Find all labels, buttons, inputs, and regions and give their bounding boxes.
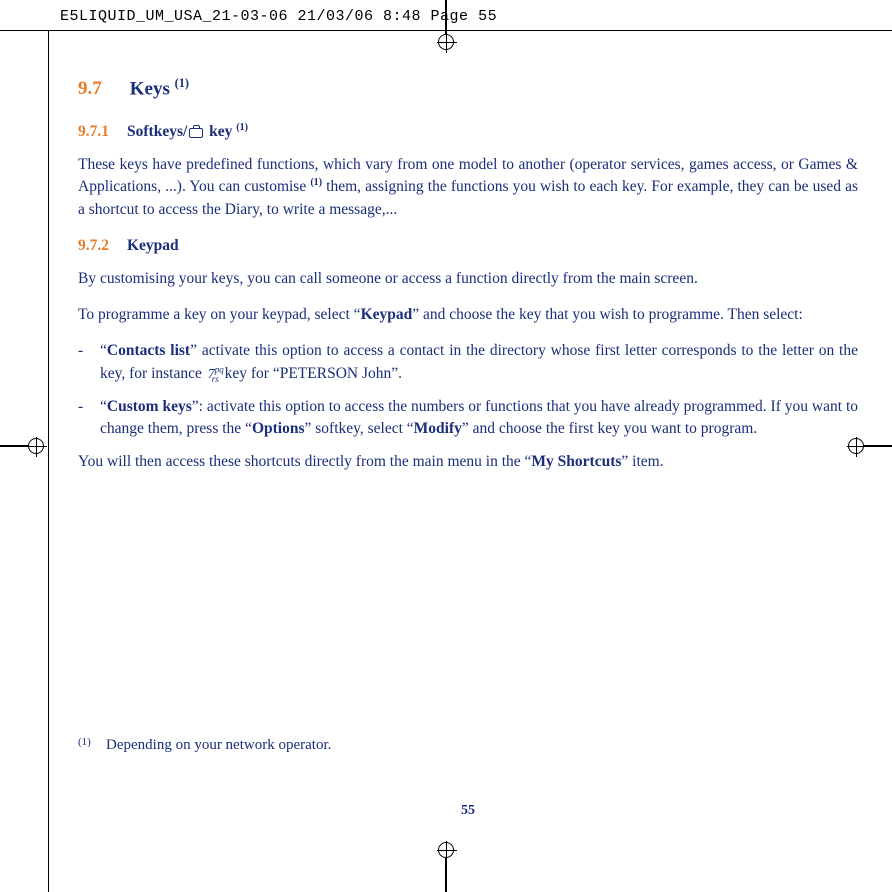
footnote-text: Depending on your network operator. xyxy=(106,735,331,757)
list-item: - “Custom keys”: activate this option to… xyxy=(78,396,858,441)
footnote: (1) Depending on your network operator. xyxy=(78,735,331,757)
paragraph: By customising your keys, you can call s… xyxy=(78,268,858,290)
subsection-heading: 9.7.2 Keypad xyxy=(78,235,858,257)
page-number: 55 xyxy=(78,801,858,821)
section-title: Keys xyxy=(130,78,170,99)
subsection-title-suffix: key xyxy=(205,123,232,140)
section-number: 9.7 xyxy=(78,78,102,99)
subsection-title-prefix: Softkeys/ xyxy=(127,123,187,140)
subsection-number: 9.7.2 xyxy=(78,237,109,254)
subsection-title: Keypad xyxy=(127,237,179,254)
camera-key-icon xyxy=(189,127,203,138)
imposition-slug: E5LIQUID_UM_USA_21-03-06 21/03/06 8:48 P… xyxy=(60,8,497,25)
footnote-ref: (1) xyxy=(236,122,248,133)
footnote-ref: (1) xyxy=(175,76,189,90)
paragraph: You will then access these shortcuts dir… xyxy=(78,451,858,473)
page-content: 9.7 Keys (1) 9.7.1 Softkeys/ key (1) These… xyxy=(78,75,858,487)
keypad-7-icon: 7pqrs xyxy=(208,367,219,382)
section-heading: 9.7 Keys (1) xyxy=(78,75,858,103)
footnote-mark: (1) xyxy=(78,735,106,757)
footnote-ref: (1) xyxy=(310,177,322,188)
subsection-number: 9.7.1 xyxy=(78,123,109,140)
registration-mark-left xyxy=(0,432,52,460)
paragraph: These keys have predefined functions, wh… xyxy=(78,154,858,222)
trim-line-vertical xyxy=(48,30,49,892)
paragraph: To programme a key on your keypad, selec… xyxy=(78,304,858,326)
trim-line-horizontal xyxy=(0,30,892,31)
registration-mark-bottom xyxy=(438,838,454,892)
subsection-heading: 9.7.1 Softkeys/ key (1) xyxy=(78,121,858,144)
list-item: - “Contacts list” activate this option t… xyxy=(78,340,858,385)
bullet-dash: - xyxy=(78,340,100,385)
bullet-dash: - xyxy=(78,396,100,441)
